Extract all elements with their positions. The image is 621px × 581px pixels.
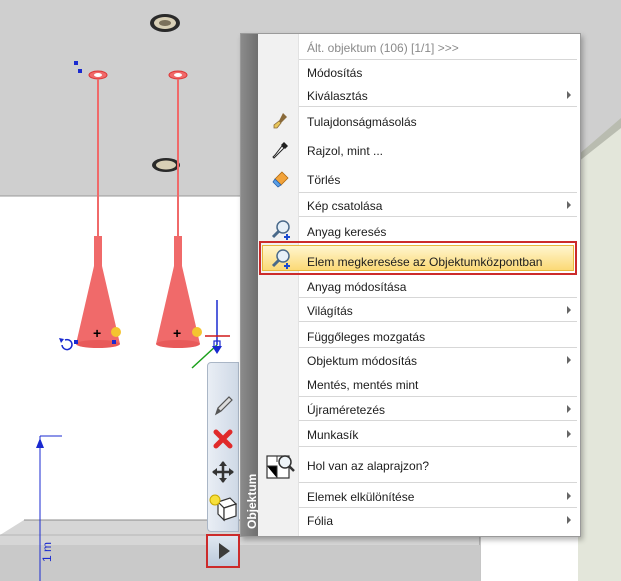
ceiling-spotlight[interactable] xyxy=(152,158,180,172)
menu-side-band xyxy=(241,34,258,536)
submenu-arrow-icon xyxy=(567,430,571,438)
menu-separator xyxy=(299,347,577,348)
rotate-handle-icon[interactable] xyxy=(61,338,73,351)
floorplan-search-icon xyxy=(266,455,295,479)
svg-text:+: + xyxy=(173,325,181,341)
submenu-arrow-icon xyxy=(567,306,571,314)
eraser-icon xyxy=(272,171,289,188)
delete-icon[interactable] xyxy=(212,428,234,450)
ceiling-spotlight[interactable] xyxy=(150,14,180,32)
menu-separator xyxy=(299,420,577,421)
eyedropper-icon xyxy=(272,142,288,159)
submenu-arrow-icon xyxy=(567,356,571,364)
expand-toolbar-button[interactable] xyxy=(206,534,240,568)
menu-separator xyxy=(299,59,577,60)
magnifier-plus-icon xyxy=(271,220,290,240)
submenu-arrow-icon xyxy=(567,201,571,209)
menu-separator xyxy=(299,446,577,447)
move-arrows-icon[interactable] xyxy=(211,460,235,484)
submenu-arrow-icon xyxy=(567,405,571,413)
svg-text:+: + xyxy=(93,325,101,341)
brush-icon xyxy=(273,113,287,129)
menu-separator xyxy=(299,507,577,508)
pencil-icon[interactable] xyxy=(212,394,234,418)
ruler-label: 1 m xyxy=(40,541,54,562)
right-wall xyxy=(578,125,621,581)
menu-side-label: Objektum xyxy=(245,473,259,529)
menu-separator xyxy=(299,216,577,217)
menu-separator xyxy=(299,297,577,298)
submenu-arrow-icon xyxy=(567,91,571,99)
menu-separator xyxy=(299,192,577,193)
menu-separator xyxy=(299,482,577,483)
menu-separator xyxy=(299,106,577,107)
submenu-arrow-icon xyxy=(567,516,571,524)
magnifier-plus-icon xyxy=(271,249,290,269)
menu-separator xyxy=(299,396,577,397)
play-arrow-icon xyxy=(219,543,230,559)
object-box-icon[interactable] xyxy=(208,492,238,522)
submenu-arrow-icon xyxy=(567,492,571,500)
menu-separator xyxy=(299,321,577,322)
